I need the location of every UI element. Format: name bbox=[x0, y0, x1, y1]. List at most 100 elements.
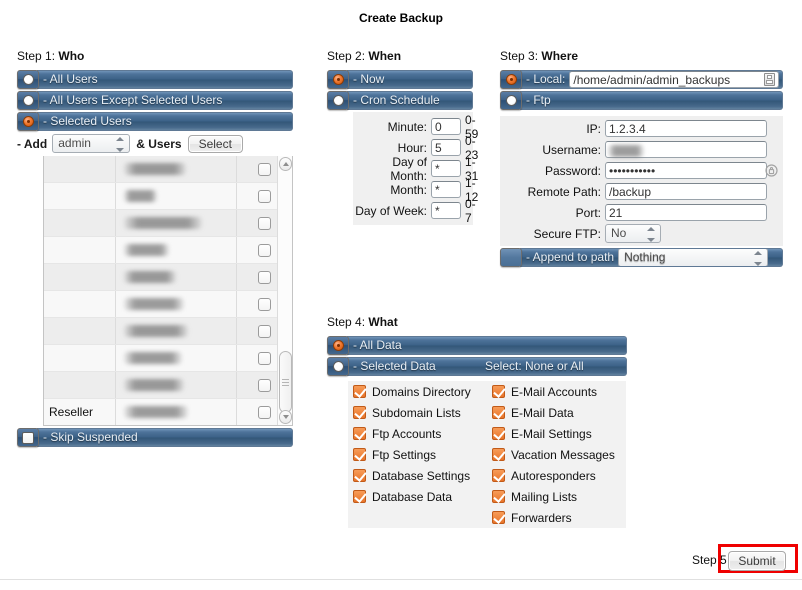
data-checkbox[interactable] bbox=[492, 427, 505, 440]
user-select-checkbox[interactable] bbox=[258, 405, 271, 419]
radio-all-users-except-selected-knob[interactable] bbox=[17, 91, 39, 110]
radio-ftp[interactable]: - Ftp bbox=[500, 91, 783, 110]
checkbox-skip-suspended-knob[interactable] bbox=[17, 428, 39, 447]
cron-field-input[interactable] bbox=[431, 181, 461, 198]
radio-cron-schedule-knob[interactable] bbox=[327, 91, 349, 110]
data-checkbox-row[interactable]: Vacation Messages bbox=[487, 444, 626, 465]
radio-all-data-knob[interactable] bbox=[327, 336, 349, 355]
radio-local-knob[interactable] bbox=[500, 70, 522, 89]
table-row[interactable] bbox=[44, 156, 292, 183]
data-checkbox-row[interactable]: E-Mail Settings bbox=[487, 423, 626, 444]
radio-cron-schedule-label[interactable]: - Cron Schedule bbox=[347, 91, 473, 110]
table-row[interactable] bbox=[44, 237, 292, 264]
data-checkbox[interactable] bbox=[353, 385, 366, 398]
data-checkbox[interactable] bbox=[353, 406, 366, 419]
secure-ftp-select[interactable]: No bbox=[605, 224, 661, 243]
data-checkbox-row[interactable]: Database Settings bbox=[348, 465, 487, 486]
select-users-button[interactable]: Select bbox=[187, 134, 243, 153]
radio-now[interactable]: - Now bbox=[327, 70, 473, 89]
ftp-field-input[interactable] bbox=[605, 204, 767, 221]
radio-all-users-label[interactable]: - All Users bbox=[37, 70, 293, 89]
user-select-checkbox[interactable] bbox=[258, 162, 271, 176]
data-checkbox-row[interactable]: Mailing Lists bbox=[487, 486, 626, 507]
checkbox-skip-suspended[interactable]: - Skip Suspended bbox=[17, 428, 293, 447]
radio-now-label[interactable]: - Now bbox=[347, 70, 473, 89]
radio-local[interactable]: - Local: bbox=[500, 70, 783, 89]
cron-field-input[interactable] bbox=[431, 160, 461, 177]
user-select-checkbox[interactable] bbox=[258, 189, 271, 203]
data-checkbox-row[interactable]: E-Mail Data bbox=[487, 402, 626, 423]
radio-all-users-except-selected-label[interactable]: - All Users Except Selected Users bbox=[37, 91, 293, 110]
table-row[interactable] bbox=[44, 318, 292, 345]
data-checkbox[interactable] bbox=[492, 448, 505, 461]
scroll-down-arrow-icon[interactable] bbox=[279, 410, 292, 424]
radio-selected-users-label[interactable]: - Selected Users bbox=[37, 112, 293, 131]
radio-selected-data-knob[interactable] bbox=[327, 357, 349, 376]
radio-ftp-label[interactable]: - Ftp bbox=[520, 91, 783, 110]
password-generate-icon[interactable] bbox=[765, 164, 778, 177]
data-checkbox-row[interactable]: Subdomain Lists bbox=[348, 402, 487, 423]
folder-browse-icon[interactable] bbox=[764, 73, 775, 86]
data-checkbox[interactable] bbox=[353, 490, 366, 503]
append-to-path-select[interactable]: Nothing bbox=[618, 249, 769, 266]
checkbox-skip-suspended-label[interactable]: - Skip Suspended bbox=[37, 428, 293, 447]
local-path-field-wrap[interactable] bbox=[569, 71, 779, 88]
radio-selected-users[interactable]: - Selected Users bbox=[17, 112, 293, 131]
data-checkbox[interactable] bbox=[353, 448, 366, 461]
data-checkbox-row[interactable]: E-Mail Accounts bbox=[487, 381, 626, 402]
user-select-checkbox[interactable] bbox=[258, 270, 271, 284]
scrollbar-thumb[interactable] bbox=[279, 351, 292, 413]
local-path-input[interactable] bbox=[569, 71, 779, 88]
radio-all-users-except-selected[interactable]: - All Users Except Selected Users bbox=[17, 91, 293, 110]
data-checkbox[interactable] bbox=[353, 427, 366, 440]
ftp-field-input[interactable] bbox=[605, 120, 767, 137]
radio-all-users-knob[interactable] bbox=[17, 70, 39, 89]
radio-ftp-knob[interactable] bbox=[500, 91, 522, 110]
radio-all-users[interactable]: - All Users bbox=[17, 70, 293, 89]
radio-all-data[interactable]: - All Data bbox=[327, 336, 627, 355]
ftp-field-input[interactable] bbox=[605, 183, 767, 200]
append-to-path-bar[interactable]: - Append to path Nothing bbox=[500, 248, 783, 267]
table-row[interactable] bbox=[44, 183, 292, 210]
radio-selected-users-knob[interactable] bbox=[17, 112, 39, 131]
user-select-checkbox[interactable] bbox=[258, 216, 271, 230]
radio-selected-data-bar[interactable]: - Selected Data Select: None or All bbox=[347, 357, 627, 376]
data-checkbox-row[interactable]: Forwarders bbox=[487, 507, 626, 528]
data-checkbox-row[interactable]: Domains Directory bbox=[348, 381, 487, 402]
user-select-checkbox[interactable] bbox=[258, 243, 271, 257]
data-checkbox[interactable] bbox=[492, 406, 505, 419]
data-checkbox-row[interactable]: Autoresponders bbox=[487, 465, 626, 486]
add-user-select[interactable]: admin bbox=[52, 134, 131, 153]
data-checkbox[interactable] bbox=[492, 511, 505, 524]
radio-all-data-label[interactable]: - All Data bbox=[347, 336, 627, 355]
cron-field-input[interactable] bbox=[431, 139, 461, 156]
data-checkbox[interactable] bbox=[492, 490, 505, 503]
data-checkbox-row[interactable]: Ftp Accounts bbox=[348, 423, 487, 444]
table-row[interactable] bbox=[44, 345, 292, 372]
submit-button[interactable]: Submit bbox=[728, 551, 786, 571]
cron-field-input[interactable] bbox=[431, 202, 461, 219]
user-select-checkbox[interactable] bbox=[258, 324, 271, 338]
data-checkbox[interactable] bbox=[492, 385, 505, 398]
user-select-checkbox[interactable] bbox=[258, 297, 271, 311]
user-select-checkbox[interactable] bbox=[258, 351, 271, 365]
table-row[interactable]: Reseller bbox=[44, 399, 292, 425]
ftp-field-input[interactable] bbox=[605, 162, 767, 179]
radio-selected-data[interactable]: - Selected Data Select: None or All bbox=[327, 357, 627, 376]
user-select-checkbox[interactable] bbox=[258, 378, 271, 392]
table-row[interactable] bbox=[44, 291, 292, 318]
radio-local-bar[interactable]: - Local: bbox=[520, 70, 783, 89]
table-row[interactable] bbox=[44, 264, 292, 291]
table-row[interactable] bbox=[44, 210, 292, 237]
scroll-up-arrow-icon[interactable] bbox=[279, 157, 292, 171]
data-checkbox[interactable] bbox=[353, 469, 366, 482]
data-checkbox[interactable] bbox=[492, 469, 505, 482]
radio-now-knob[interactable] bbox=[327, 70, 349, 89]
data-checkbox-row[interactable]: Ftp Settings bbox=[348, 444, 487, 465]
table-row[interactable] bbox=[44, 372, 292, 399]
select-none-or-all-link[interactable]: Select: None or All bbox=[485, 358, 584, 375]
user-list-scrollbar[interactable] bbox=[277, 156, 292, 425]
radio-cron-schedule[interactable]: - Cron Schedule bbox=[327, 91, 473, 110]
user-list[interactable]: Reseller bbox=[43, 156, 293, 426]
data-checkbox-row[interactable]: Database Data bbox=[348, 486, 487, 507]
